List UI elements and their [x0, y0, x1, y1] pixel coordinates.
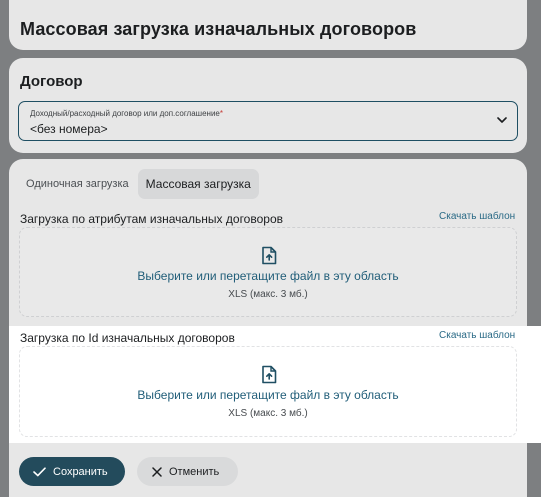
contract-select-value: <без номера>	[30, 122, 108, 136]
attributes-file-hint: XLS (макс. 3 мб.)	[228, 289, 308, 300]
close-icon	[152, 466, 162, 477]
attributes-dropzone[interactable]: Выберите или перетащите файл в эту облас…	[19, 227, 517, 317]
id-file-hint: XLS (макс. 3 мб.)	[228, 408, 308, 419]
upload-mode-tabs: Одиночная загрузка Массовая загрузка	[18, 169, 259, 199]
footer-actions: Сохранить Отменить	[9, 446, 527, 497]
cancel-button[interactable]: Отменить	[137, 457, 238, 486]
id-upload-label: Загрузка по Id изначальных договоров	[20, 331, 235, 345]
cancel-button-label: Отменить	[169, 465, 220, 478]
attributes-drop-text: Выберите или перетащите файл в эту облас…	[137, 269, 399, 283]
check-icon	[33, 466, 46, 476]
file-upload-icon	[262, 246, 277, 265]
contract-select[interactable]: Доходный/расходный договор или доп.согла…	[18, 101, 518, 141]
tab-single-upload[interactable]: Одиночная загрузка	[18, 169, 137, 199]
contract-card: Договор Доходный/расходный договор или д…	[9, 58, 527, 153]
contract-section-title: Договор	[20, 73, 83, 90]
required-mark: *	[219, 109, 224, 118]
contract-select-label-text: Доходный/расходный договор или доп.согла…	[30, 109, 220, 118]
contract-select-label: Доходный/расходный договор или доп.согла…	[30, 109, 223, 118]
page-title: Массовая загрузка изначальных договоров	[20, 19, 417, 39]
download-template-link-id[interactable]: Скачать шаблон	[439, 330, 515, 341]
tab-bulk-upload[interactable]: Массовая загрузка	[137, 169, 259, 199]
id-upload-block: Загрузка по Id изначальных договоров Ска…	[9, 326, 541, 443]
save-button-label: Сохранить	[53, 465, 108, 478]
chevron-down-icon[interactable]	[497, 116, 507, 124]
title-card: Массовая загрузка изначальных договоров	[9, 0, 527, 50]
download-template-link-attributes[interactable]: Скачать шаблон	[439, 211, 515, 222]
id-drop-text: Выберите или перетащите файл в эту облас…	[137, 388, 399, 402]
id-dropzone[interactable]: Выберите или перетащите файл в эту облас…	[19, 346, 517, 437]
attributes-upload-label: Загрузка по атрибутам изначальных догово…	[20, 212, 283, 226]
file-upload-icon	[262, 365, 277, 384]
save-button[interactable]: Сохранить	[19, 457, 125, 486]
